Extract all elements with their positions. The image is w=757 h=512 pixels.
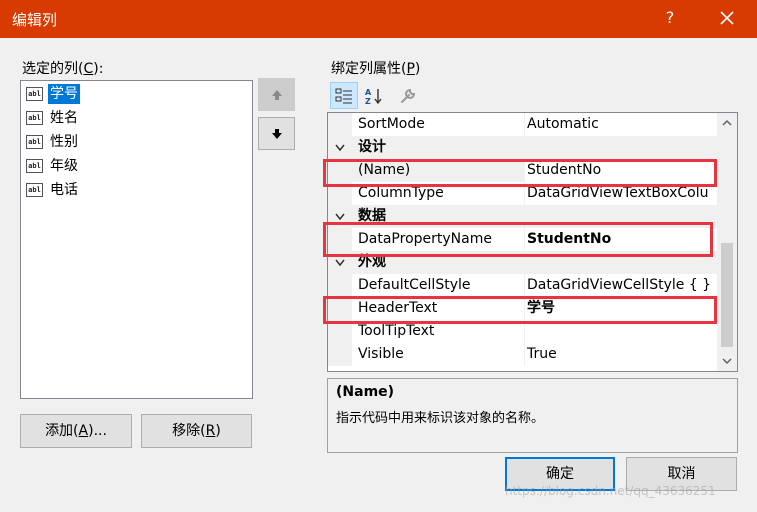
- annotation-box-datapropertyname: [323, 222, 713, 257]
- chevron-down-icon: [335, 259, 345, 267]
- category-design[interactable]: 设计: [328, 136, 718, 159]
- property-pages-button[interactable]: [394, 82, 422, 109]
- property-grid-scrollbar[interactable]: [717, 113, 737, 371]
- help-button[interactable]: ?: [658, 8, 682, 30]
- scroll-up-button[interactable]: [717, 113, 737, 133]
- title-bar: 编辑列 ?: [0, 0, 757, 38]
- watermark: https://blog.csdn.net/qq_43636251: [505, 484, 716, 498]
- move-up-button[interactable]: [258, 78, 295, 111]
- chevron-down-icon: [335, 213, 345, 221]
- category-label: 设计: [358, 139, 386, 155]
- textbox-column-icon: abl: [26, 135, 43, 149]
- property-row-visible[interactable]: Visible True: [328, 343, 718, 366]
- list-item-label: 电话: [50, 182, 78, 198]
- property-value[interactable]: Automatic: [525, 113, 718, 136]
- chevron-down-icon: [335, 144, 345, 152]
- property-description-panel: (Name) 指示代码中用来标识该对象的名称。: [327, 378, 738, 453]
- move-down-button[interactable]: [258, 117, 295, 150]
- close-icon: [720, 11, 734, 25]
- arrow-up-icon: [271, 89, 282, 100]
- selected-columns-list[interactable]: abl 学号 abl 姓名 abl 性别 abl 年级 abl 电话: [20, 80, 253, 399]
- wrench-icon: [401, 88, 416, 103]
- list-item[interactable]: abl 姓名: [26, 107, 246, 129]
- list-item-label: 姓名: [50, 110, 78, 126]
- alphabetical-button[interactable]: A Z: [360, 82, 388, 109]
- remove-button[interactable]: 移除(R): [141, 414, 252, 448]
- textbox-column-icon: abl: [26, 183, 43, 197]
- scroll-down-button[interactable]: [717, 351, 737, 371]
- property-value[interactable]: True: [525, 343, 718, 366]
- chevron-down-icon: [722, 358, 732, 365]
- list-item[interactable]: abl 电话: [26, 179, 246, 201]
- selected-columns-label: 选定的列(C):: [22, 61, 104, 77]
- textbox-column-icon: abl: [26, 87, 43, 101]
- property-value[interactable]: DataGridViewCellStyle { }: [525, 274, 718, 297]
- categorized-button[interactable]: [330, 82, 358, 109]
- close-button[interactable]: [712, 5, 742, 33]
- list-item-label: 性别: [50, 134, 78, 150]
- annotation-box-headertext: [323, 296, 717, 324]
- list-item-label: 学号: [48, 84, 80, 104]
- svg-text:A: A: [365, 88, 372, 97]
- scroll-thumb[interactable]: [721, 243, 733, 347]
- bound-column-properties-label: 绑定列属性(P): [331, 61, 421, 77]
- dialog-body: 选定的列(C): abl 学号 abl 姓名 abl 性别 abl 年级 abl…: [0, 38, 757, 512]
- list-item[interactable]: abl 性别: [26, 131, 246, 153]
- sort-alphabetical-icon: A Z: [365, 88, 382, 105]
- svg-text:Z: Z: [365, 97, 371, 105]
- property-name: DefaultCellStyle: [352, 274, 525, 297]
- property-row-sortmode[interactable]: SortMode Automatic: [328, 113, 718, 136]
- list-item[interactable]: abl 年级: [26, 155, 246, 177]
- add-button[interactable]: 添加(A)...: [20, 414, 132, 448]
- property-row-defaultcellstyle[interactable]: DefaultCellStyle DataGridViewCellStyle {…: [328, 274, 718, 297]
- description-title: (Name): [336, 384, 395, 400]
- description-text: 指示代码中用来标识该对象的名称。: [336, 411, 545, 426]
- window-title: 编辑列: [12, 11, 58, 29]
- list-item[interactable]: abl 学号: [26, 83, 246, 105]
- property-toolbar: A Z: [328, 82, 448, 110]
- property-name: SortMode: [352, 113, 525, 136]
- categorized-icon: [335, 88, 352, 103]
- chevron-up-icon: [722, 119, 732, 126]
- list-item-label: 年级: [50, 158, 78, 174]
- property-name: Visible: [352, 343, 525, 366]
- textbox-column-icon: abl: [26, 159, 43, 173]
- arrow-down-icon: [271, 128, 282, 139]
- annotation-box-name: [323, 159, 717, 187]
- textbox-column-icon: abl: [26, 111, 43, 125]
